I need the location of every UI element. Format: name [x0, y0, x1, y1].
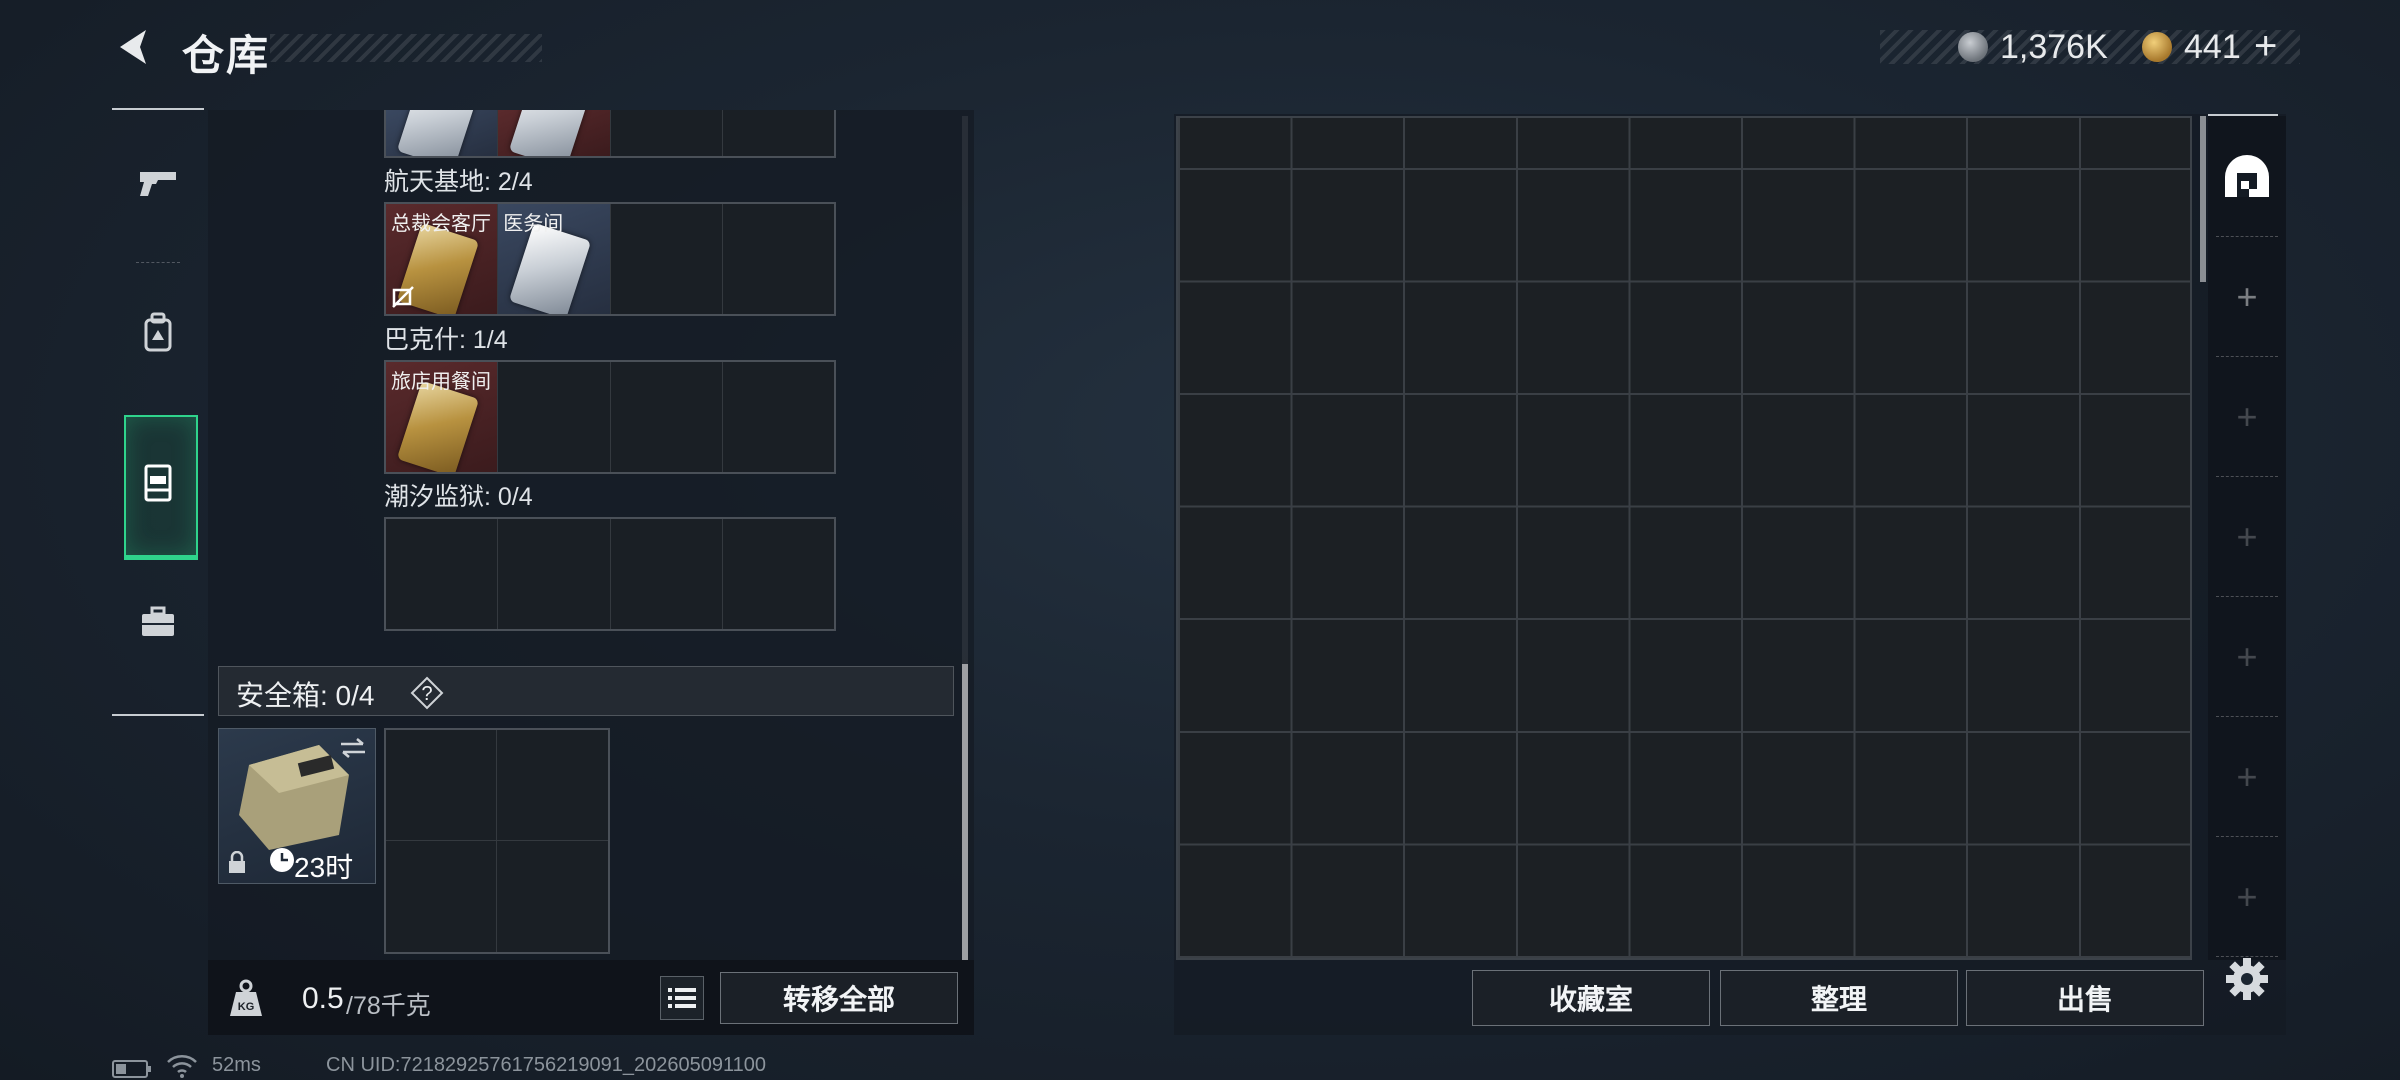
silver-coin-icon	[1958, 32, 1988, 62]
keycard-grid: 旅店用餐间	[384, 360, 836, 474]
keycard-section-label: 巴克什: 1/4	[384, 326, 508, 354]
nav-divider	[136, 262, 180, 263]
transfer-all-button[interactable]: 转移全部	[720, 972, 958, 1024]
keycard-name: 总裁会客厅	[391, 213, 491, 235]
tab-divider	[2216, 236, 2278, 237]
keycard-slot[interactable]	[386, 519, 499, 629]
toolbox-icon	[142, 606, 174, 636]
keycard-slot[interactable]: 医务间	[498, 204, 611, 314]
keycard-slot[interactable]: 旅店用餐间	[386, 362, 499, 472]
keycard-name: 医务间	[503, 213, 564, 235]
add-stash-tab-button[interactable]: +	[2208, 598, 2286, 716]
add-stash-tab-button[interactable]: +	[2208, 238, 2286, 356]
warehouse-icon	[2225, 155, 2269, 197]
swap-icon[interactable]	[339, 737, 367, 759]
organize-button[interactable]: 整理	[1720, 970, 1958, 1026]
ping-text: 52ms	[212, 1054, 261, 1076]
case-icon	[144, 464, 172, 502]
weight-max: /78千克	[346, 992, 431, 1020]
list-icon	[668, 988, 696, 1008]
keycard-slot[interactable]	[611, 110, 723, 156]
nav-item-weapons[interactable]	[112, 120, 204, 244]
keycard-slot[interactable]	[611, 362, 723, 472]
keycard-slot[interactable]	[723, 362, 834, 472]
weight-icon: KG	[230, 979, 262, 1016]
battery-icon	[112, 1060, 151, 1078]
nav-item-case[interactable]	[112, 420, 204, 544]
gold-coin-amount: 441	[2184, 28, 2241, 66]
clock-icon	[270, 848, 294, 872]
safe-box-grid	[384, 728, 610, 954]
keycard-slot[interactable]	[611, 519, 723, 629]
keycard-image	[396, 380, 480, 472]
help-icon[interactable]: ?	[410, 676, 444, 710]
silver-coin-amount: 1,376K	[2000, 28, 2108, 66]
safe-slot[interactable]	[386, 730, 497, 841]
keycard-section-label: 航天基地: 2/4	[384, 168, 533, 196]
title-decoration	[270, 34, 542, 62]
pistol-icon	[140, 172, 176, 196]
keycard-slot[interactable]	[498, 110, 611, 156]
uid-text: CN UID:72182925761756219091_202605091100	[326, 1054, 767, 1076]
stash-tab-main[interactable]	[2208, 118, 2286, 236]
unavailable-icon	[392, 286, 414, 308]
keycard-slot[interactable]: 总裁会客厅	[386, 204, 499, 314]
weight-current: 0.5	[302, 982, 344, 1015]
collection-room-button[interactable]: 收藏室	[1472, 970, 1710, 1026]
keycard-slot[interactable]	[723, 519, 834, 629]
add-stash-tab-button[interactable]: +	[2208, 718, 2286, 836]
scrollbar-thumb[interactable]	[962, 664, 968, 960]
keycard-section-label: 潮汐监狱: 0/4	[384, 483, 533, 511]
tab-divider	[2216, 356, 2278, 357]
keycard-slot[interactable]	[611, 204, 723, 314]
keycard-grid	[384, 517, 836, 631]
svg-text:?: ?	[421, 683, 432, 705]
tab-divider	[2216, 596, 2278, 597]
keycard-image	[509, 222, 592, 314]
stash-grid[interactable]	[1176, 116, 2192, 960]
add-currency-button[interactable]: +	[2254, 24, 2277, 69]
keycard-grid: 总裁会客厅 医务间	[384, 202, 836, 316]
keycard-slot[interactable]	[498, 519, 611, 629]
safe-slot[interactable]	[497, 841, 608, 952]
keycard-slot[interactable]	[723, 110, 834, 156]
page-title: 仓库	[182, 32, 271, 79]
list-view-button[interactable]	[660, 976, 704, 1020]
nav-item-toolbox[interactable]	[112, 560, 204, 684]
backpack-icon	[144, 312, 172, 352]
sell-button[interactable]: 出售	[1966, 970, 2204, 1026]
safe-box-label: 安全箱: 0/4	[236, 680, 375, 711]
tab-divider	[2216, 836, 2278, 837]
top-header: 仓库 1,376K 441 +	[0, 0, 2400, 100]
safe-box-timer: 23时	[294, 852, 354, 883]
svg-text:KG: KG	[238, 1001, 255, 1013]
stash-scrollbar-thumb[interactable]	[2200, 116, 2206, 282]
keycard-slot[interactable]	[386, 110, 499, 156]
safe-slot[interactable]	[497, 730, 608, 841]
stash-tabs-top-border	[2208, 114, 2278, 116]
keycard-slot[interactable]	[723, 204, 834, 314]
add-stash-tab-button[interactable]: +	[2208, 478, 2286, 596]
add-stash-tab-button[interactable]: +	[2208, 838, 2286, 956]
back-arrow-icon[interactable]	[110, 24, 156, 70]
safe-slot[interactable]	[386, 841, 497, 952]
keycard-slot[interactable]	[498, 362, 611, 472]
tab-divider	[2216, 476, 2278, 477]
keycard-row-partial	[384, 110, 836, 158]
settings-gear-icon[interactable]	[2222, 954, 2272, 1004]
wifi-icon	[167, 1055, 197, 1078]
nav-item-backpack[interactable]	[112, 270, 204, 394]
add-stash-tab-button[interactable]: +	[2208, 358, 2286, 476]
keycard-name: 旅店用餐间	[391, 371, 491, 393]
category-nav	[112, 108, 204, 716]
tab-divider	[2216, 716, 2278, 717]
lock-icon	[229, 851, 245, 873]
gold-coin-icon	[2142, 32, 2172, 62]
